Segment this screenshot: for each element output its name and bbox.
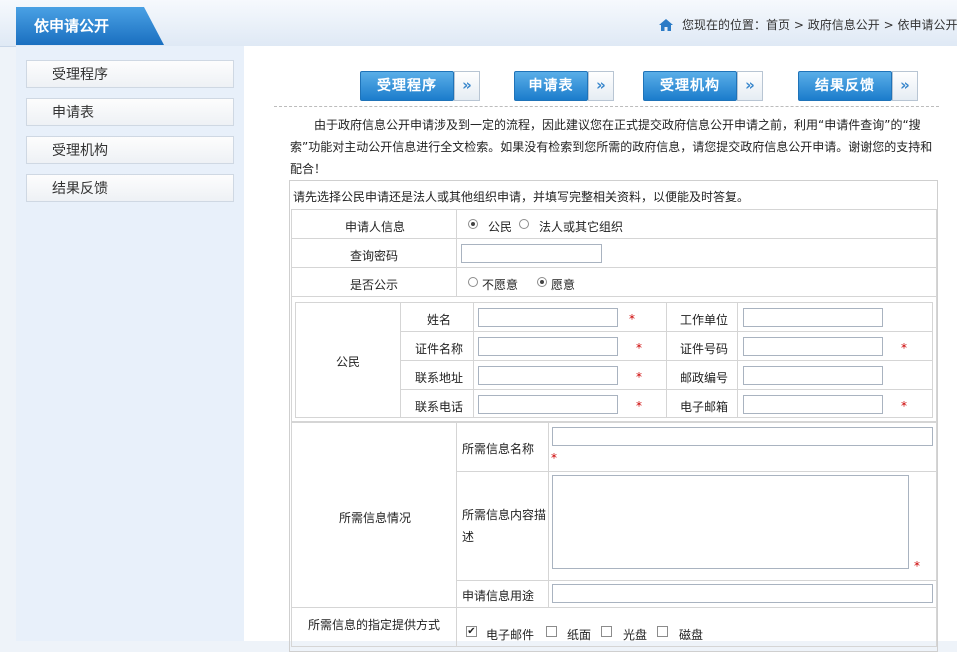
method-email-checkbox[interactable]: ✔ (466, 626, 477, 637)
form-notice: 请先选择公民申请还是法人或其他组织申请，并填写完整相关资料，以便能及时答复。 (293, 190, 750, 204)
id-no-input[interactable] (743, 337, 883, 356)
public-no-radio[interactable] (468, 277, 478, 287)
postcode-label: 邮政编号 (680, 371, 729, 385)
info-desc-textarea[interactable] (552, 475, 909, 569)
name-input[interactable] (478, 308, 618, 327)
info-section-label: 所需信息情况 (339, 511, 412, 525)
divider (274, 106, 939, 107)
section-title: 依申请公开 (34, 17, 110, 35)
password-input[interactable] (461, 244, 602, 263)
info-name-input[interactable] (552, 427, 933, 446)
applicant-org-option: 法人或其它组织 (539, 220, 624, 234)
main-content: 受理程序 » 申请表 » 受理机构 » 结果反馈 » 由于政府信息公开申请涉及到… (244, 46, 957, 652)
id-name-label: 证件名称 (415, 342, 464, 356)
method-email-option: 电子邮件 (486, 628, 535, 642)
id-name-input[interactable] (478, 337, 618, 356)
method-disk-option: 磁盘 (679, 628, 704, 642)
breadcrumb-separator: > (793, 18, 804, 32)
postcode-input[interactable] (743, 366, 883, 385)
method-cd-option: 光盘 (623, 628, 648, 642)
public-yes-option: 愿意 (551, 278, 576, 292)
method-paper-option: 纸面 (567, 628, 592, 642)
sidebar-item-feedback[interactable]: 结果反馈 (26, 174, 234, 202)
breadcrumb: 您现在的位置：首页 > 政府信息公开 > 依申请公开 (658, 16, 957, 33)
applicant-org-radio[interactable] (519, 219, 529, 229)
required-mark: * (629, 312, 635, 326)
section-title-tab: 依申请公开 (16, 7, 164, 45)
form-button-label[interactable]: 申请表 (514, 71, 588, 101)
address-label: 联系地址 (415, 371, 464, 385)
sidebar-item-agency[interactable]: 受理机构 (26, 136, 234, 164)
applicant-citizen-radio[interactable] (468, 219, 478, 229)
work-input[interactable] (743, 308, 883, 327)
address-input[interactable] (478, 366, 618, 385)
email-input[interactable] (743, 395, 883, 414)
public-no-option: 不愿意 (482, 278, 519, 292)
double-chevron-icon[interactable]: » (892, 71, 918, 101)
method-disk-checkbox[interactable] (657, 626, 668, 637)
method-cd-checkbox[interactable] (601, 626, 612, 637)
agency-button-label[interactable]: 受理机构 (643, 71, 737, 101)
public-options-cell (456, 267, 937, 297)
password-label: 查询密码 (350, 249, 399, 263)
citizen-label: 公民 (336, 355, 361, 369)
feedback-button-label[interactable]: 结果反馈 (798, 71, 892, 101)
applicant-citizen-option: 公民 (488, 220, 513, 234)
required-mark: * (901, 341, 907, 355)
sidebar: 受理程序 申请表 受理机构 结果反馈 (16, 46, 244, 641)
breadcrumb-section-link[interactable]: 政府信息公开 (808, 18, 880, 32)
info-name-label: 所需信息名称 (462, 442, 535, 456)
info-use-label: 申请信息用途 (462, 589, 535, 603)
breadcrumb-current: 依申请公开 (897, 18, 957, 32)
sidebar-item-procedure[interactable]: 受理程序 (26, 60, 234, 88)
breadcrumb-separator: > (883, 18, 894, 32)
id-no-label: 证件号码 (680, 342, 729, 356)
applicant-label: 申请人信息 (345, 220, 406, 234)
breadcrumb-home-link[interactable]: 首页 (766, 18, 790, 32)
double-chevron-icon[interactable]: » (588, 71, 614, 101)
work-label: 工作单位 (680, 313, 729, 327)
required-mark: * (636, 399, 642, 413)
public-yes-radio[interactable] (537, 277, 547, 287)
procedure-button-label[interactable]: 受理程序 (360, 71, 454, 101)
double-chevron-icon[interactable]: » (454, 71, 480, 101)
required-mark: * (901, 399, 907, 413)
method-label: 所需信息的指定提供方式 (308, 618, 441, 632)
name-label: 姓名 (427, 313, 452, 327)
top-header: 依申请公开 您现在的位置：首页 > 政府信息公开 > 依申请公开 (0, 0, 957, 47)
required-mark: * (551, 451, 557, 465)
double-chevron-icon[interactable]: » (737, 71, 763, 101)
public-label: 是否公示 (350, 278, 399, 292)
method-paper-checkbox[interactable] (546, 626, 557, 637)
required-mark: * (636, 341, 642, 355)
sidebar-item-form[interactable]: 申请表 (26, 98, 234, 126)
required-mark: * (914, 559, 920, 573)
intro-text: 由于政府信息公开申请涉及到一定的流程，因此建议您在正式提交政府信息公开申请之前，… (290, 118, 933, 176)
email-label: 电子邮箱 (680, 400, 729, 414)
info-desc-label: 所需信息内容描述 (462, 508, 547, 544)
phone-input[interactable] (478, 395, 618, 414)
info-use-input[interactable] (552, 584, 933, 603)
phone-label: 联系电话 (415, 400, 464, 414)
breadcrumb-label: 您现在的位置： (682, 18, 767, 32)
required-mark: * (636, 370, 642, 384)
home-icon (659, 19, 673, 31)
